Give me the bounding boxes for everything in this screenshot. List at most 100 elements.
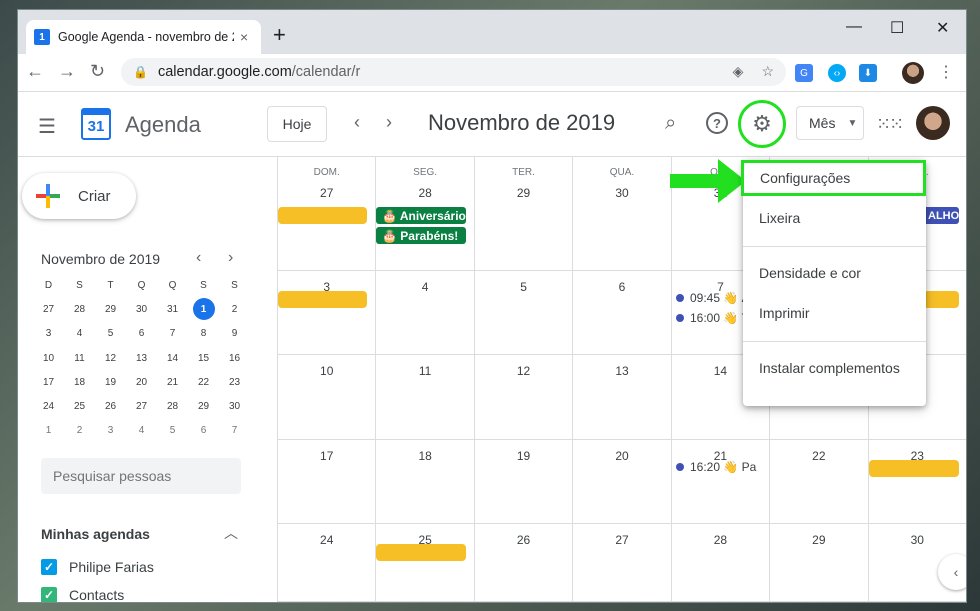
mini-day[interactable]: 20 xyxy=(126,370,157,394)
day-cell[interactable]: 23 xyxy=(867,440,966,524)
event-bar[interactable] xyxy=(923,291,959,308)
day-number[interactable]: 26 xyxy=(475,533,572,547)
close-tab-icon[interactable]: × xyxy=(240,29,248,45)
browser-tab[interactable]: 1 Google Agenda - novembro de 2019 × xyxy=(26,20,261,54)
day-cell[interactable]: 5 xyxy=(473,271,573,355)
mini-day[interactable]: 22 xyxy=(188,370,219,394)
event-item[interactable]: 09:45 👋 A xyxy=(676,291,750,305)
download-extension-icon[interactable]: ⬇ xyxy=(859,64,877,82)
day-number[interactable]: 29 xyxy=(475,186,572,200)
mini-day[interactable]: 27 xyxy=(126,394,157,418)
mini-day[interactable]: 6 xyxy=(188,419,219,443)
day-number[interactable]: 5 xyxy=(475,280,572,294)
day-number[interactable]: 20 xyxy=(573,449,670,463)
apps-grid-icon[interactable]: ⁙⁙ xyxy=(876,114,904,135)
mini-day[interactable]: 7 xyxy=(157,322,188,346)
mini-day[interactable]: 31 xyxy=(157,297,188,321)
day-cell[interactable]: 29 xyxy=(769,524,868,602)
day-cell[interactable]: 19 xyxy=(473,440,573,524)
menu-item-complementos[interactable]: Instalar complementos xyxy=(743,350,926,386)
day-cell[interactable]: 4 xyxy=(375,271,474,355)
back-arrow-icon[interactable]: ← xyxy=(26,61,44,82)
checkbox-checked-icon[interactable]: ✓ xyxy=(41,559,57,575)
menu-item-imprimir[interactable]: Imprimir xyxy=(743,295,926,331)
profile-avatar[interactable] xyxy=(916,106,950,140)
mini-day[interactable]: 2 xyxy=(64,419,95,443)
reload-icon[interactable]: ↻ xyxy=(90,61,105,82)
code-extension-icon[interactable]: ‹› xyxy=(828,64,846,82)
mini-day[interactable]: 26 xyxy=(95,394,126,418)
day-cell[interactable]: 6 xyxy=(572,271,671,355)
day-number[interactable]: 13 xyxy=(573,364,670,378)
mini-day[interactable]: 8 xyxy=(188,322,219,346)
day-cell[interactable]: 26 xyxy=(473,524,573,602)
new-tab-button[interactable]: + xyxy=(273,24,286,46)
mini-day[interactable]: 1 xyxy=(188,297,219,321)
day-number[interactable]: 30 xyxy=(573,186,670,200)
day-cell[interactable]: 21 xyxy=(670,440,770,524)
day-number[interactable]: 6 xyxy=(573,280,670,294)
day-cell[interactable]: TER. 29 xyxy=(473,157,573,271)
mini-day[interactable]: 28 xyxy=(64,297,95,321)
mini-day[interactable]: 6 xyxy=(126,322,157,346)
menu-item-lixeira[interactable]: Lixeira xyxy=(743,200,926,236)
checkbox-checked-icon[interactable]: ✓ xyxy=(41,587,57,602)
mini-day[interactable]: 29 xyxy=(95,297,126,321)
day-number[interactable]: 28 xyxy=(672,533,769,547)
mini-day[interactable]: 28 xyxy=(157,394,188,418)
mini-day[interactable]: 30 xyxy=(126,297,157,321)
calendar-item-contacts[interactable]: ✓ Contacts xyxy=(41,587,124,602)
help-icon[interactable]: ? xyxy=(706,112,728,134)
day-number[interactable]: 27 xyxy=(278,186,375,200)
mini-day[interactable]: 2 xyxy=(219,297,250,321)
mini-day[interactable]: 29 xyxy=(188,394,219,418)
day-number[interactable]: 29 xyxy=(770,533,867,547)
today-button[interactable]: Hoje xyxy=(267,106,327,142)
mini-day[interactable]: 17 xyxy=(33,370,64,394)
mini-day[interactable]: 24 xyxy=(33,394,64,418)
day-cell[interactable]: 3 xyxy=(277,271,376,355)
event-bar[interactable] xyxy=(376,544,466,561)
forward-arrow-icon[interactable]: → xyxy=(58,61,76,82)
mini-day[interactable]: 23 xyxy=(219,370,250,394)
mini-day[interactable]: 13 xyxy=(126,346,157,370)
day-cell[interactable]: 24 xyxy=(277,524,376,602)
event-bar[interactable] xyxy=(278,291,367,308)
calendar-item-philipe[interactable]: ✓ Philipe Farias xyxy=(41,559,154,575)
mini-day[interactable]: 19 xyxy=(95,370,126,394)
day-cell[interactable]: 28 xyxy=(670,524,770,602)
translate-extension-icon[interactable]: G xyxy=(795,64,813,82)
day-cell[interactable]: 20 xyxy=(572,440,671,524)
mini-day[interactable]: 7 xyxy=(219,419,250,443)
search-people-input[interactable] xyxy=(41,458,241,494)
day-number[interactable]: 30 xyxy=(869,533,966,547)
tracking-icon[interactable]: ◈ xyxy=(733,63,744,80)
mini-day[interactable]: 18 xyxy=(64,370,95,394)
side-panel-toggle-icon[interactable]: ‹ xyxy=(938,554,966,590)
mini-day[interactable]: 3 xyxy=(95,419,126,443)
browser-menu-icon[interactable]: ⋮ xyxy=(938,62,954,82)
day-number[interactable]: 27 xyxy=(573,533,670,547)
day-number[interactable]: 11 xyxy=(376,364,473,378)
day-number[interactable]: 22 xyxy=(770,449,867,463)
day-number[interactable]: 24 xyxy=(278,533,375,547)
profile-avatar-small[interactable] xyxy=(902,62,924,84)
settings-gear-icon[interactable]: ⚙ xyxy=(738,100,786,148)
day-cell[interactable]: 13 xyxy=(572,355,671,440)
address-bar[interactable]: 🔒 calendar.google.com/calendar/r ◈ ☆ xyxy=(121,58,786,86)
mini-day[interactable]: 25 xyxy=(64,394,95,418)
hamburger-menu-icon[interactable]: ☰ xyxy=(38,114,56,139)
event-saturday-pill[interactable]: ALHO xyxy=(923,207,959,224)
maximize-button[interactable]: ☐ xyxy=(890,18,904,38)
chevron-up-icon[interactable]: ︿ xyxy=(224,523,238,543)
view-selector[interactable]: Mês ▼ xyxy=(796,106,864,140)
bookmark-star-icon[interactable]: ☆ xyxy=(761,63,774,80)
day-cell[interactable]: 18 xyxy=(375,440,474,524)
day-cell[interactable]: 17 xyxy=(277,440,376,524)
mini-day[interactable]: 9 xyxy=(219,322,250,346)
mini-next-icon[interactable]: › xyxy=(228,249,233,267)
mini-day[interactable]: 10 xyxy=(33,346,64,370)
next-month-icon[interactable]: › xyxy=(386,112,392,133)
mini-day[interactable]: 12 xyxy=(95,346,126,370)
mini-day[interactable]: 15 xyxy=(188,346,219,370)
